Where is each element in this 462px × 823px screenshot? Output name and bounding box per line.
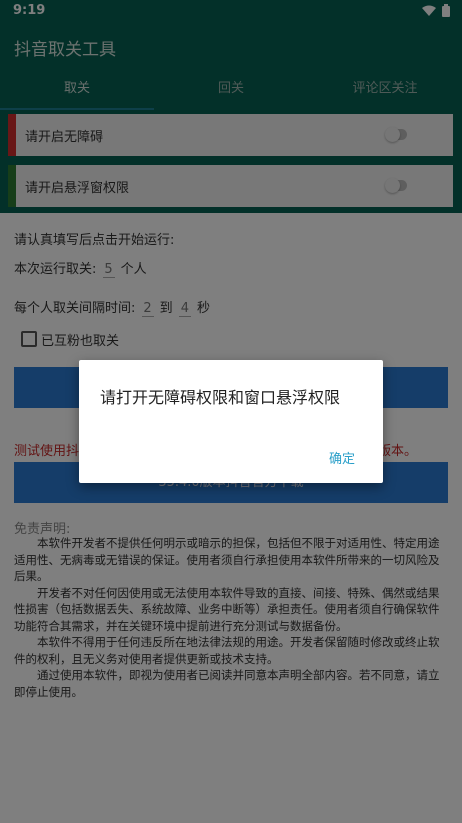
dialog-message: 请打开无障碍权限和窗口悬浮权限 <box>100 388 341 407</box>
permission-dialog: 请打开无障碍权限和窗口悬浮权限 确定 <box>79 360 383 483</box>
confirm-button[interactable]: 确定 <box>329 448 355 467</box>
